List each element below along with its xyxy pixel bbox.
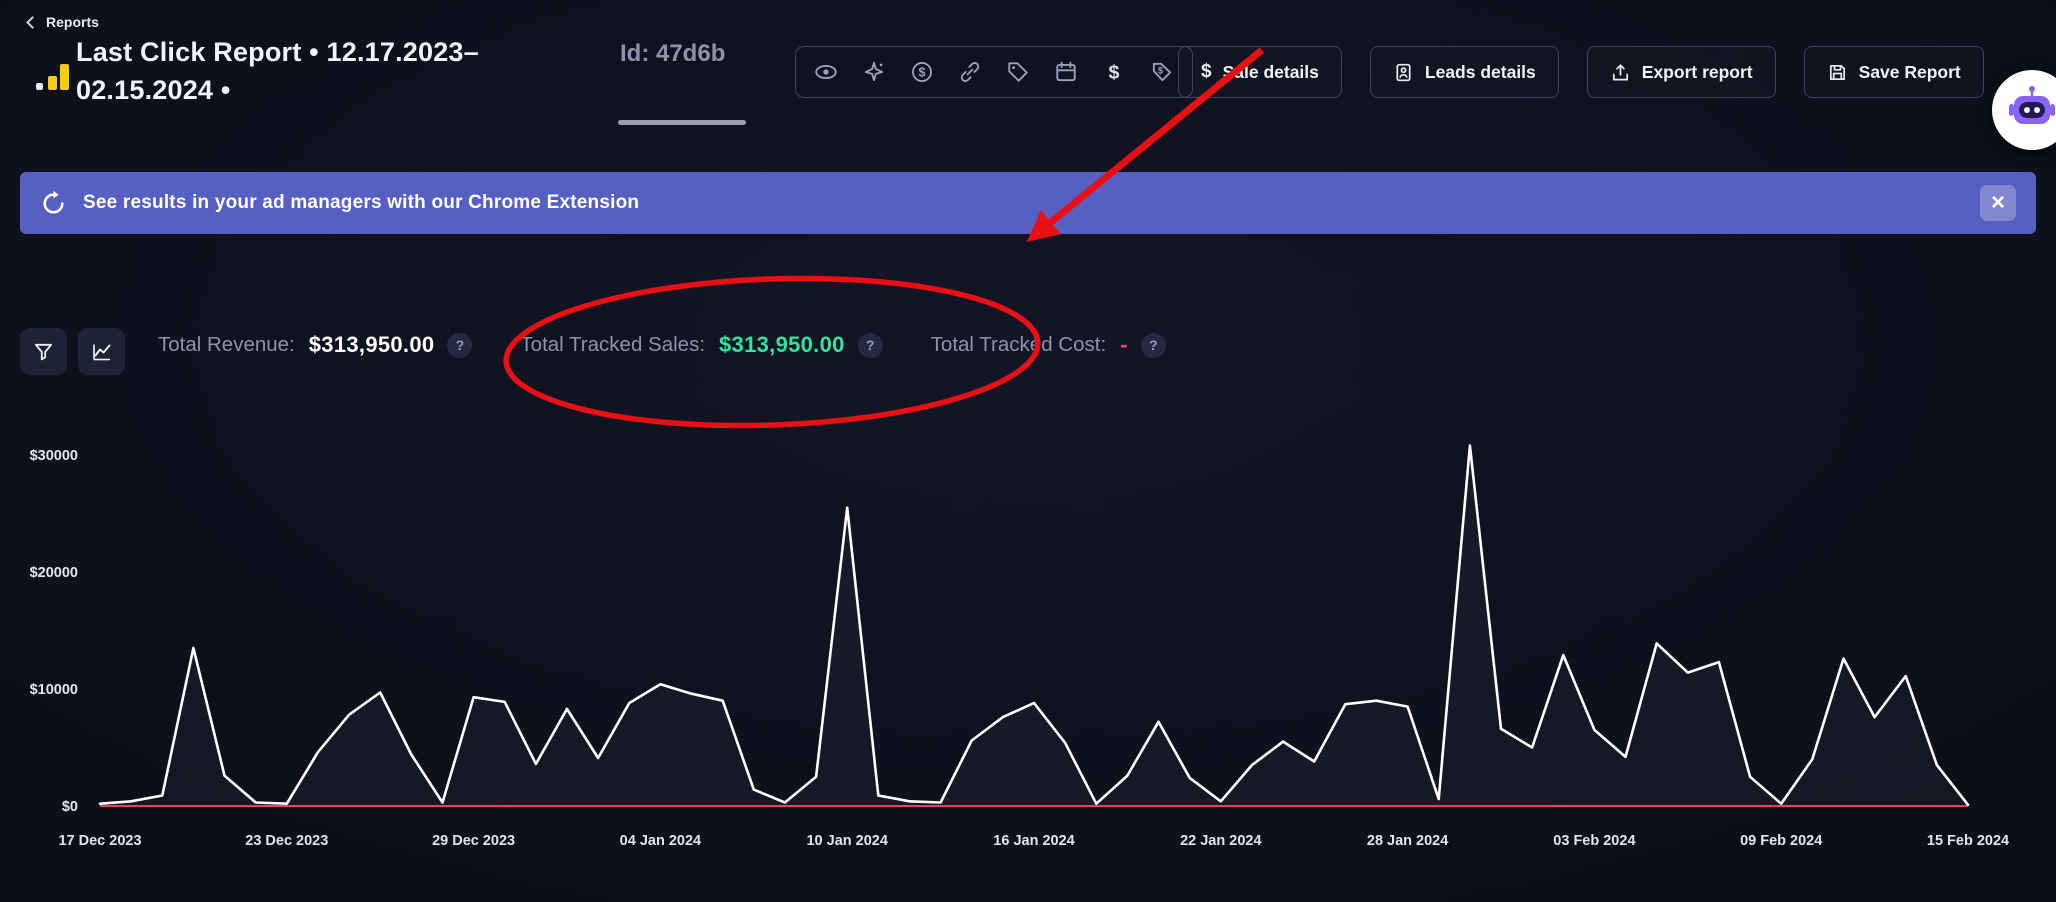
svg-text:$: $ <box>1109 62 1120 84</box>
stat-total-tracked-sales: Total Tracked Sales: $313,950.00 ? <box>520 332 882 358</box>
svg-text:$: $ <box>919 66 926 80</box>
tag-icon[interactable] <box>1006 60 1030 84</box>
app-logo <box>36 60 70 92</box>
chat-bot-avatar[interactable] <box>1992 70 2056 150</box>
integration-toolbar: $ $ $ <box>795 46 1193 98</box>
sale-details-label: Sale details <box>1223 62 1319 83</box>
leads-icon <box>1393 62 1414 83</box>
breadcrumb-label: Reports <box>46 14 99 30</box>
stat-total-tracked-cost: Total Tracked Cost: - ? <box>931 332 1166 358</box>
dollar-sign-icon[interactable]: $ <box>1102 60 1126 84</box>
revenue-chart[interactable]: $0 $10000 $20000 $30000 17 Dec 2023 23 Dec 20… <box>0 418 2056 873</box>
export-report-button[interactable]: Export report <box>1587 46 1776 98</box>
save-report-label: Save Report <box>1859 62 1961 83</box>
svg-text:16 Jan 2024: 16 Jan 2024 <box>993 833 1074 849</box>
line-chart-icon <box>91 341 113 363</box>
totals-row: Total Revenue: $313,950.00 ? Total Track… <box>158 332 1166 358</box>
dollar-icon: $ <box>1201 61 1212 83</box>
chrome-extension-banner: See results in your ad managers with our… <box>20 172 2036 234</box>
sparkle-icon[interactable] <box>862 60 886 84</box>
banner-close-button[interactable]: × <box>1980 185 2016 221</box>
price-tag-dollar-icon[interactable]: $ <box>1150 60 1174 84</box>
export-icon <box>1610 62 1631 83</box>
help-icon[interactable]: ? <box>447 333 472 358</box>
help-icon[interactable]: ? <box>1141 333 1166 358</box>
svg-text:$: $ <box>1158 66 1164 76</box>
robot-icon <box>2006 84 2056 136</box>
svg-text:$20000: $20000 <box>30 565 78 581</box>
stat-total-revenue: Total Revenue: $313,950.00 ? <box>158 332 472 358</box>
svg-text:04 Jan 2024: 04 Jan 2024 <box>620 833 701 849</box>
export-report-label: Export report <box>1642 62 1753 83</box>
header-actions: $ Sale details Leads details Export repo… <box>1178 46 1984 98</box>
report-id: Id: 47d6b <box>620 40 725 68</box>
filter-button[interactable] <box>20 328 67 375</box>
id-underline <box>618 120 746 125</box>
chevron-left-icon <box>26 16 39 29</box>
svg-text:15 Feb 2024: 15 Feb 2024 <box>1927 833 2009 849</box>
logo-bar-tall <box>60 64 69 90</box>
logo-bar-short <box>48 76 57 90</box>
page-title-line1: Last Click Report • 12.17.2023– <box>76 33 516 71</box>
svg-text:10 Jan 2024: 10 Jan 2024 <box>806 833 887 849</box>
svg-text:22 Jan 2024: 22 Jan 2024 <box>1180 833 1261 849</box>
link-icon[interactable] <box>958 60 982 84</box>
stat-value: $313,950.00 <box>309 332 435 358</box>
sale-details-button[interactable]: $ Sale details <box>1178 46 1342 98</box>
stat-value: - <box>1120 332 1128 358</box>
stat-label: Total Tracked Sales: <box>520 333 705 357</box>
calendar-icon[interactable] <box>1054 60 1078 84</box>
save-icon <box>1827 62 1848 83</box>
eye-icon[interactable] <box>814 60 838 84</box>
svg-text:29 Dec 2023: 29 Dec 2023 <box>432 833 515 849</box>
svg-text:$10000: $10000 <box>30 682 78 698</box>
page-title-line2: 02.15.2024 • <box>76 71 516 109</box>
extension-sync-icon <box>40 190 67 217</box>
svg-text:$30000: $30000 <box>30 448 78 464</box>
stat-label: Total Tracked Cost: <box>931 333 1106 357</box>
logo-dot <box>36 83 43 90</box>
svg-text:28 Jan 2024: 28 Jan 2024 <box>1367 833 1448 849</box>
filter-funnel-icon <box>33 341 54 362</box>
leads-details-label: Leads details <box>1425 62 1536 83</box>
page-title: Last Click Report • 12.17.2023– 02.15.20… <box>76 33 516 109</box>
banner-text: See results in your ad managers with our… <box>83 192 639 214</box>
svg-text:23 Dec 2023: 23 Dec 2023 <box>245 833 328 849</box>
svg-text:09 Feb 2024: 09 Feb 2024 <box>1740 833 1822 849</box>
stat-value: $313,950.00 <box>719 332 845 358</box>
coin-dollar-icon[interactable]: $ <box>910 60 934 84</box>
svg-text:03 Feb 2024: 03 Feb 2024 <box>1553 833 1635 849</box>
svg-text:17 Dec 2023: 17 Dec 2023 <box>58 833 141 849</box>
revenue-chart-svg[interactable]: $0 $10000 $20000 $30000 17 Dec 2023 23 Dec 20… <box>0 418 2056 873</box>
stat-label: Total Revenue: <box>158 333 295 357</box>
svg-text:$0: $0 <box>62 799 78 815</box>
help-icon[interactable]: ? <box>858 333 883 358</box>
chart-type-button[interactable] <box>78 328 125 375</box>
save-report-button[interactable]: Save Report <box>1804 46 1984 98</box>
leads-details-button[interactable]: Leads details <box>1370 46 1559 98</box>
breadcrumb-reports[interactable]: Reports <box>28 14 99 30</box>
